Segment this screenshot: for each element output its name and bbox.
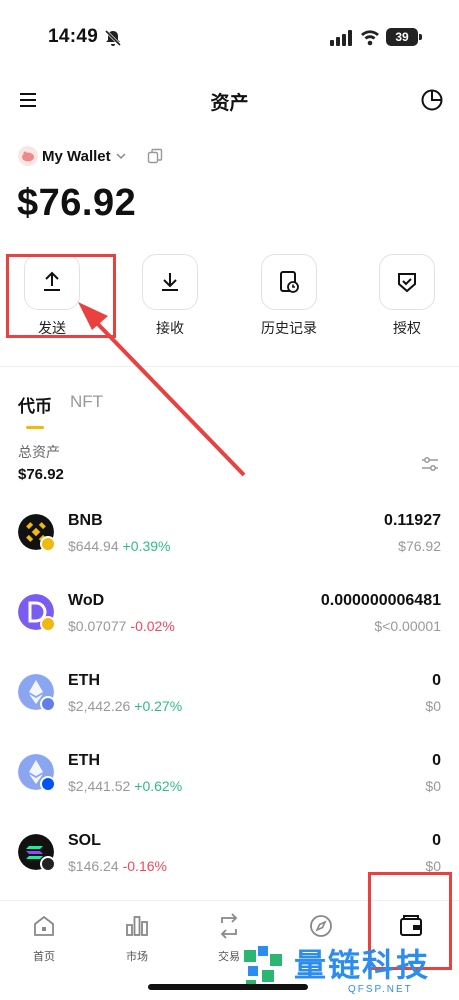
receive-label: 接收 (156, 320, 184, 336)
token-amount: 0 (432, 752, 441, 769)
authorize-label: 授权 (393, 320, 421, 336)
token-price: $146.24 (68, 858, 119, 874)
token-price: $644.94 (68, 538, 119, 554)
piggy-icon (22, 151, 34, 162)
base-chain-badge (40, 776, 56, 792)
bell-muted-icon (104, 29, 122, 47)
tab-nft[interactable]: NFT (70, 392, 103, 432)
token-price-line: $2,441.52 +0.62% (68, 778, 182, 794)
header: 资产 (0, 78, 459, 122)
send-highlight-box (6, 254, 116, 338)
token-symbol: WoD (68, 592, 105, 609)
token-price-line: $644.94 +0.39% (68, 538, 170, 554)
status-time: 14:49 (48, 26, 99, 47)
chevron-down-icon (116, 153, 126, 160)
wallet-selector[interactable]: My Wallet (18, 144, 163, 168)
authorize-button[interactable]: 授权 (367, 254, 447, 338)
token-amount: 0 (432, 672, 441, 689)
bnb-chain-badge (40, 616, 56, 632)
swap-icon (220, 913, 238, 939)
token-symbol: ETH (68, 672, 100, 689)
status-bar: 14:49 39 (0, 0, 459, 72)
copy-icon[interactable] (147, 148, 163, 164)
token-change: -0.16% (122, 858, 167, 874)
battery-tip (419, 34, 422, 40)
token-row-eth[interactable]: ETH $2,442.26 +0.27% 0 $0 (0, 672, 459, 732)
download-icon (162, 273, 178, 291)
nav-home[interactable]: 首页 (14, 913, 74, 964)
filter-icon[interactable] (420, 454, 440, 474)
asset-tabs: 代币 NFT (18, 392, 121, 432)
token-row-eth-base[interactable]: ETH $2,441.52 +0.62% 0 $0 (0, 752, 459, 812)
token-usd-value: $0 (425, 698, 441, 714)
home-indicator (148, 984, 308, 990)
wifi-icon (361, 30, 379, 46)
token-change: +0.27% (134, 698, 183, 714)
action-icon-box (379, 254, 435, 310)
total-assets-value: $76.92 (18, 466, 64, 483)
total-assets-label: 总资产 (18, 444, 60, 460)
shield-check-icon (398, 273, 416, 293)
watermark-subtext: QFSP.NET (348, 984, 413, 995)
token-price: $2,441.52 (68, 778, 131, 794)
token-price: $0.07077 (68, 618, 127, 634)
pie-chart-icon[interactable] (420, 88, 444, 112)
token-row-bnb[interactable]: BNB $644.94 +0.39% 0.11927 $76.92 (0, 512, 459, 572)
token-usd-value: $<0.00001 (374, 618, 441, 634)
home-icon (34, 915, 54, 936)
nav-home-label: 首页 (33, 951, 55, 963)
token-amount: 0.11927 (384, 512, 441, 529)
total-balance: $76.92 (17, 182, 137, 224)
wallet-avatar (18, 146, 38, 166)
signal-icon (330, 30, 352, 46)
token-amount: 0 (432, 832, 441, 849)
battery-indicator: 39 (386, 28, 418, 46)
token-price: $2,442.26 (68, 698, 131, 714)
receive-button[interactable]: 接收 (130, 254, 210, 338)
token-row-wod[interactable]: WoD $0.07077 -0.02% 0.000000006481 $<0.00… (0, 592, 459, 652)
token-symbol: BNB (68, 512, 103, 529)
token-price-line: $146.24 -0.16% (68, 858, 167, 874)
token-amount: 0.000000006481 (320, 592, 441, 609)
compass-icon (310, 915, 332, 937)
token-change: -0.02% (130, 618, 175, 634)
watermark-text: 量链科技 (294, 947, 431, 983)
token-change: +0.62% (134, 778, 183, 794)
market-icon (126, 916, 148, 936)
sol-chain-badge (40, 856, 56, 872)
bnb-chain-badge (40, 536, 56, 552)
action-icon-box (261, 254, 317, 310)
token-usd-value: $76.92 (398, 538, 441, 554)
nav-market-label: 市场 (126, 951, 148, 963)
history-button[interactable]: 历史记录 (249, 254, 329, 338)
watermark: 量链科技 QFSP.NET (238, 940, 459, 1000)
eth-chain-badge (40, 696, 56, 712)
nav-market[interactable]: 市场 (107, 913, 167, 964)
page-title: 资产 (210, 93, 249, 114)
divider (0, 366, 459, 367)
active-tab-underline (26, 426, 44, 429)
wallet-name: My Wallet (42, 147, 111, 165)
token-price-line: $0.07077 -0.02% (68, 618, 175, 634)
token-symbol: ETH (68, 752, 100, 769)
token-symbol: SOL (68, 832, 101, 849)
history-icon (280, 271, 299, 293)
token-price-line: $2,442.26 +0.27% (68, 698, 182, 714)
token-change: +0.39% (122, 538, 171, 554)
token-usd-value: $0 (425, 778, 441, 794)
history-label: 历史记录 (261, 320, 317, 336)
action-icon-box (142, 254, 198, 310)
